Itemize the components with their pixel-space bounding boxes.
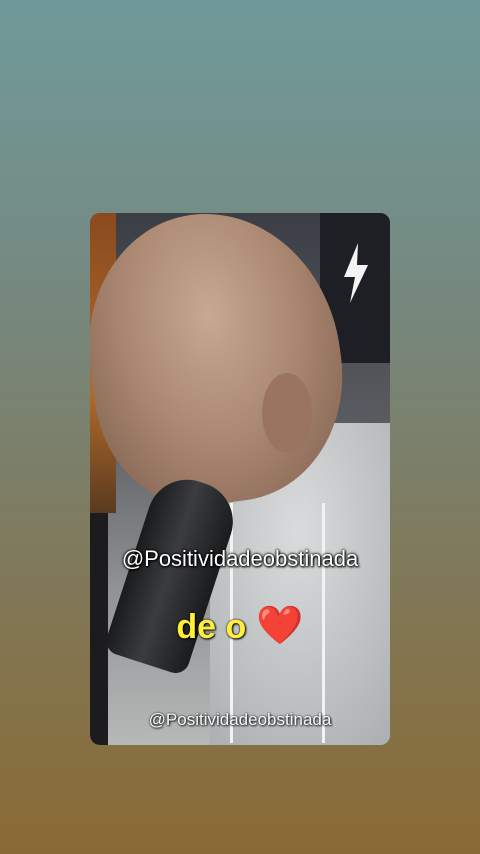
ear bbox=[262, 373, 312, 453]
video-frame[interactable] bbox=[90, 213, 390, 745]
lightning-bolt-icon bbox=[344, 243, 368, 303]
caption: de o ❤️ bbox=[0, 604, 480, 648]
watermark-handle-main: @Positividadeobstinada bbox=[121, 546, 359, 571]
heart-icon: ❤️ bbox=[256, 605, 304, 647]
watermark-handle-small: @Positividadeobstinada bbox=[148, 710, 332, 729]
caption-text: de o bbox=[176, 608, 247, 646]
screen: { "overlay": { "handle_main": "@Positivi… bbox=[0, 0, 480, 854]
